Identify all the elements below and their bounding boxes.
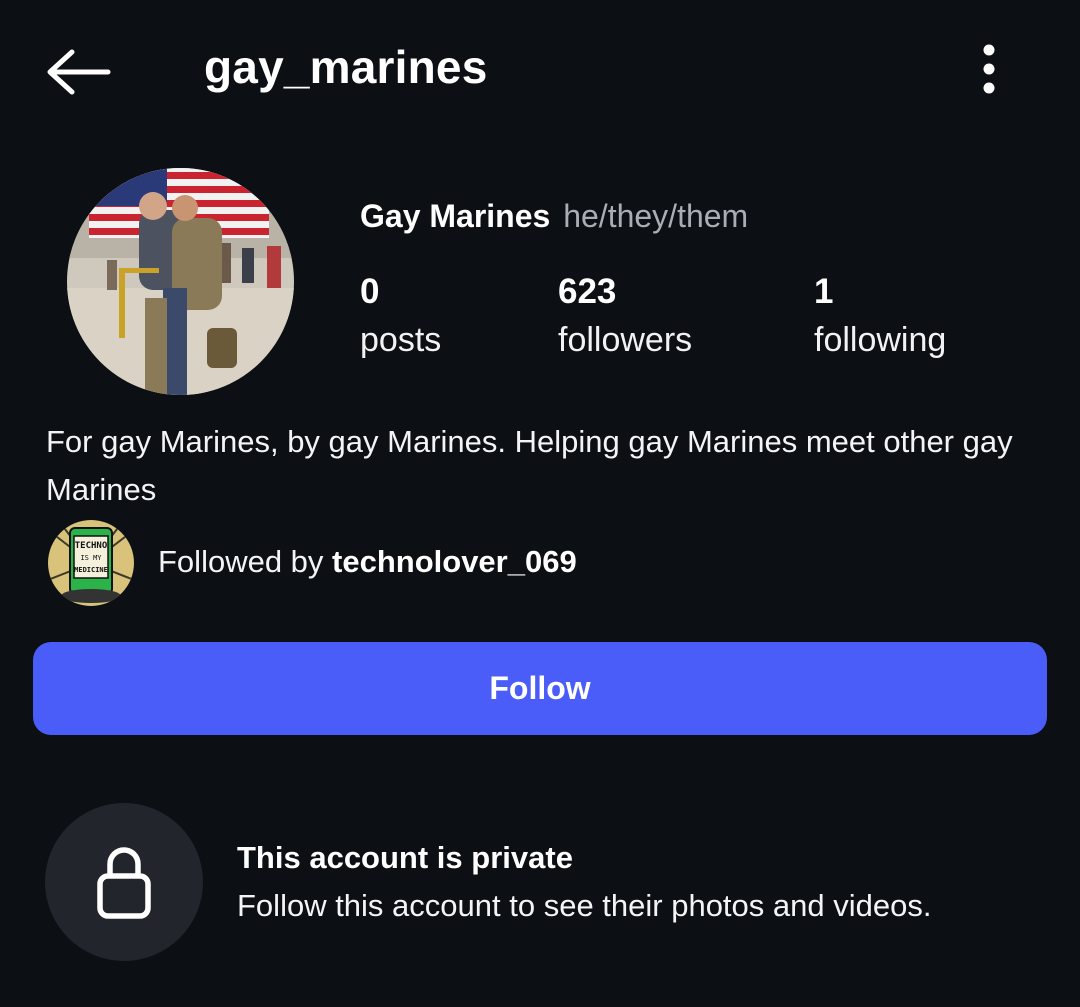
following-count: 1 [814, 272, 834, 311]
profile-avatar[interactable] [67, 168, 294, 395]
followed-by-username[interactable]: technolover_069 [332, 544, 577, 579]
stat-followers[interactable]: 623 followers [558, 270, 692, 366]
top-app-bar: gay_marines [0, 0, 1080, 140]
stat-posts: 0 posts [360, 270, 441, 366]
svg-text:MEDICINE: MEDICINE [74, 566, 108, 574]
followers-count: 623 [558, 272, 617, 311]
stat-following[interactable]: 1 following [814, 270, 946, 366]
profile-photo [67, 168, 294, 395]
profile-display-name: Gay Marines he/they/them [360, 198, 748, 235]
svg-text:IS MY: IS MY [80, 554, 102, 562]
following-label: following [814, 321, 947, 359]
followers-label: followers [558, 321, 693, 359]
posts-count: 0 [360, 272, 380, 311]
private-account-description: Follow this account to see their photos … [237, 888, 932, 923]
follow-button[interactable]: Follow [33, 642, 1047, 735]
lock-icon [97, 847, 151, 919]
followed-by-text: Followed by technolover_069 [158, 544, 577, 580]
lock-icon-container [45, 803, 203, 961]
pronouns: he/they/them [563, 198, 749, 234]
profile-username: gay_marines [204, 41, 488, 93]
followed-by-prefix: Followed by [158, 544, 333, 579]
private-account-title: This account is private [237, 840, 573, 875]
follower-avatar: TECHNO IS MY MEDICINE [48, 520, 134, 606]
more-options-button[interactable] [964, 40, 1014, 100]
svg-text:TECHNO: TECHNO [75, 541, 108, 551]
arrow-left-icon [47, 49, 111, 95]
profile-bio: For gay Marines, by gay Marines. Helping… [46, 424, 1013, 507]
back-button[interactable] [42, 44, 114, 100]
techno-medicine-avatar: TECHNO IS MY MEDICINE [48, 520, 134, 606]
more-vertical-icon [983, 44, 995, 94]
followed-by-row[interactable]: TECHNO IS MY MEDICINE Followed by techno… [46, 520, 946, 608]
display-name-text: Gay Marines [360, 198, 551, 234]
posts-label: posts [360, 321, 442, 359]
